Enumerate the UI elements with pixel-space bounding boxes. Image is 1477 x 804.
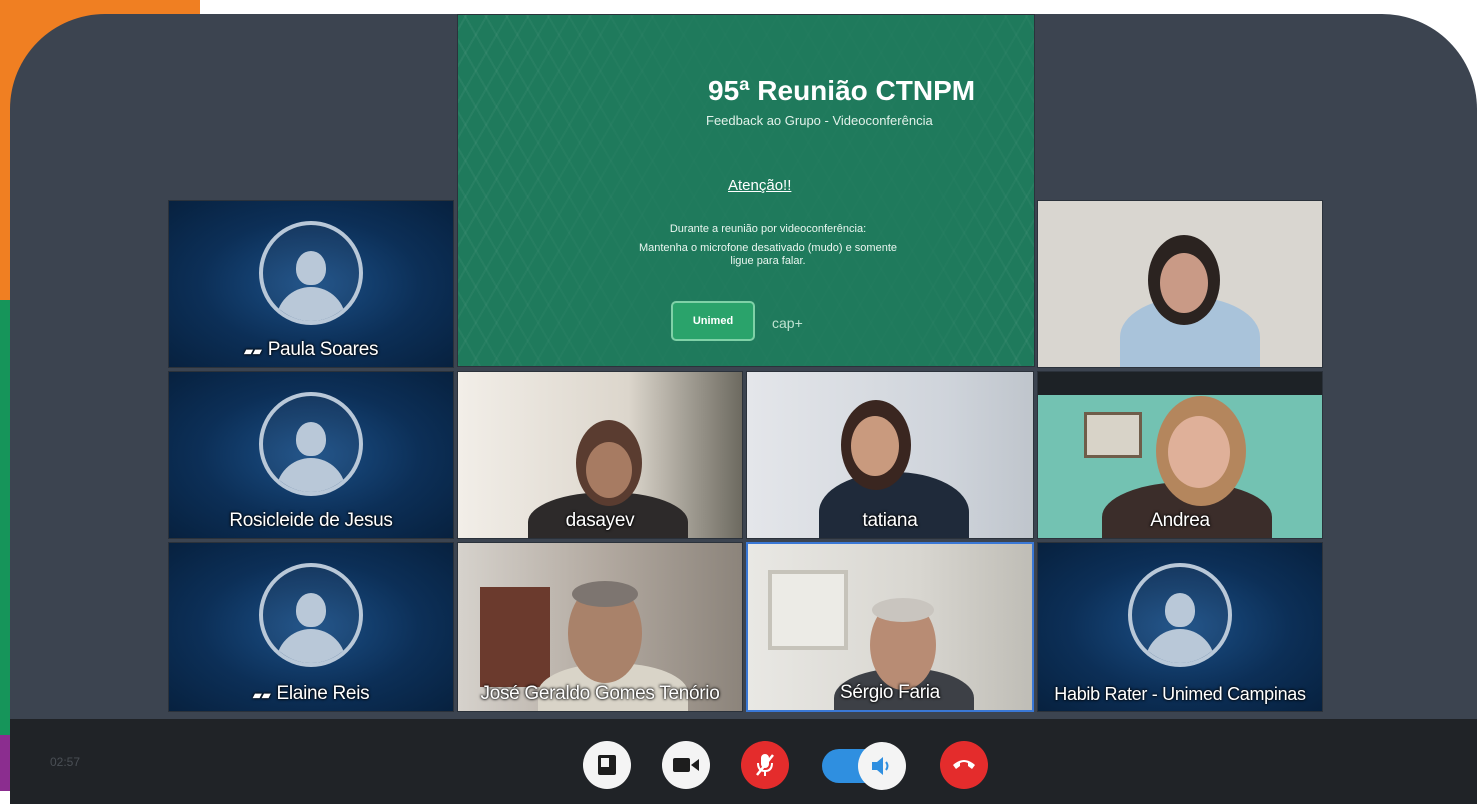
participant-name: Rosicleide de Jesus xyxy=(229,510,393,531)
mute-microphone-button[interactable] xyxy=(741,741,789,789)
participant-name: ▰▰ Paula Soares xyxy=(243,339,379,360)
slide-line-1: Durante a reunião por videoconferência: xyxy=(669,223,867,235)
secondary-logo: cap+ xyxy=(772,315,803,331)
video-conference-window: 95ª Reunião CTNPM Feedback ao Grupo - Vi… xyxy=(10,14,1477,804)
background-door xyxy=(480,587,550,687)
hang-up-icon xyxy=(953,760,975,769)
participant-tile-tatiana[interactable]: tatiana xyxy=(746,371,1034,539)
speaker-toggle[interactable] xyxy=(822,742,906,790)
speaker-icon xyxy=(872,757,889,775)
share-screen-button[interactable] xyxy=(583,741,631,789)
participant-name: Sérgio Faria xyxy=(840,682,940,703)
wall-frame xyxy=(768,570,848,650)
video-toggle-button[interactable] xyxy=(662,741,710,789)
slide-line-2: Mantenha o microfone desativado (mudo) e… xyxy=(638,242,898,254)
speaker-knob xyxy=(858,742,906,790)
participant-name: Habib Rater - Unimed Campinas xyxy=(1054,684,1306,704)
participant-tile-habib[interactable]: Habib Rater - Unimed Campinas xyxy=(1037,542,1323,712)
participant-name: Andrea xyxy=(1150,510,1210,531)
participant-tile-dasayev[interactable]: dasayev xyxy=(457,371,743,539)
share-screen-icon xyxy=(598,755,616,775)
participant-name: ▰▰ Elaine Reis xyxy=(252,683,370,704)
participant-tile-andrea[interactable]: Andrea xyxy=(1037,371,1323,539)
unimed-logo: Unimed xyxy=(671,301,755,341)
video-camera-icon xyxy=(673,758,699,772)
hang-up-button[interactable] xyxy=(940,741,988,789)
slide-body: Durante a reunião por videoconferência: … xyxy=(588,223,948,268)
shared-presentation[interactable]: 95ª Reunião CTNPM Feedback ao Grupo - Vi… xyxy=(457,14,1035,367)
slide-subtitle: Feedback ao Grupo - Videoconferência xyxy=(706,113,933,128)
call-timer: 02:57 xyxy=(50,755,81,769)
wall-picture xyxy=(1084,412,1142,458)
participant-tile-elaine[interactable]: ▰▰ Elaine Reis xyxy=(168,542,454,712)
participant-tile-jose[interactable]: José Geraldo Gomes Tenório xyxy=(457,542,743,712)
slide-line-3: ligue para falar. xyxy=(730,255,806,267)
participant-name: José Geraldo Gomes Tenório xyxy=(480,683,720,704)
microphone-muted-icon xyxy=(756,754,774,776)
participant-tile-sergio-active-speaker[interactable]: Sérgio Faria xyxy=(746,542,1034,712)
slide-title: 95ª Reunião CTNPM xyxy=(708,75,976,106)
participant-name: dasayev xyxy=(565,510,635,531)
participant-tile-rosicleide[interactable]: Rosicleide de Jesus xyxy=(168,371,454,539)
mic-muted-icon: ▰▰ xyxy=(252,688,271,702)
participant-tile-woman-headset[interactable] xyxy=(1037,200,1323,368)
call-toolbar: 02:57 xyxy=(10,719,1477,804)
avatar-placeholder-icon xyxy=(259,221,363,325)
participant-name: tatiana xyxy=(862,510,918,531)
avatar-placeholder-icon xyxy=(259,392,363,496)
avatar-placeholder-icon xyxy=(259,563,363,667)
participant-tile-paula[interactable]: ▰▰ Paula Soares xyxy=(168,200,454,368)
slide-attention: Atenção!! xyxy=(728,177,792,194)
avatar-placeholder-icon xyxy=(1128,563,1232,667)
mic-muted-icon: ▰▰ xyxy=(243,344,262,358)
